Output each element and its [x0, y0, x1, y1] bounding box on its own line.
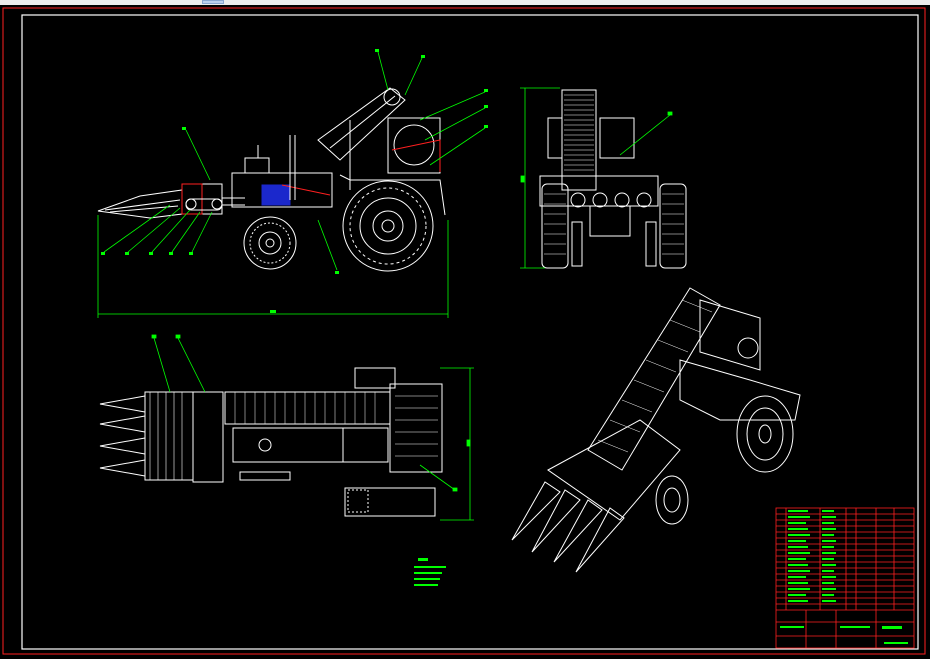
rear-right-tire	[659, 183, 687, 269]
plan-snouts	[99, 395, 146, 477]
plan-husker	[389, 383, 443, 473]
plan-tractor-body	[232, 427, 344, 463]
title-block-entries	[780, 510, 908, 644]
sheet-frame	[2, 7, 926, 655]
iso-snouts	[511, 481, 625, 573]
rear-wheel	[342, 180, 434, 272]
iso-rear-wheel	[736, 395, 794, 473]
iso-header-frame	[547, 419, 681, 521]
rear-elevation-view	[539, 89, 687, 269]
rear-axle-housing	[539, 175, 659, 207]
chain-drive	[185, 198, 223, 211]
cad-drawing-canvas[interactable]	[0, 5, 930, 659]
technical-notes-block	[414, 558, 446, 586]
header-snout	[97, 189, 183, 219]
iso-husker-box	[699, 299, 761, 371]
side-view-dimensions	[97, 51, 486, 318]
plan-header	[144, 391, 194, 481]
toolbar-tab-icon[interactable]	[202, 0, 224, 4]
side-elevation-view	[97, 87, 446, 272]
rear-left-tire	[541, 183, 569, 269]
top-plan-view	[99, 367, 443, 517]
iso-front-wheel	[655, 475, 689, 525]
isometric-view	[511, 287, 801, 573]
front-wheel	[243, 216, 297, 270]
